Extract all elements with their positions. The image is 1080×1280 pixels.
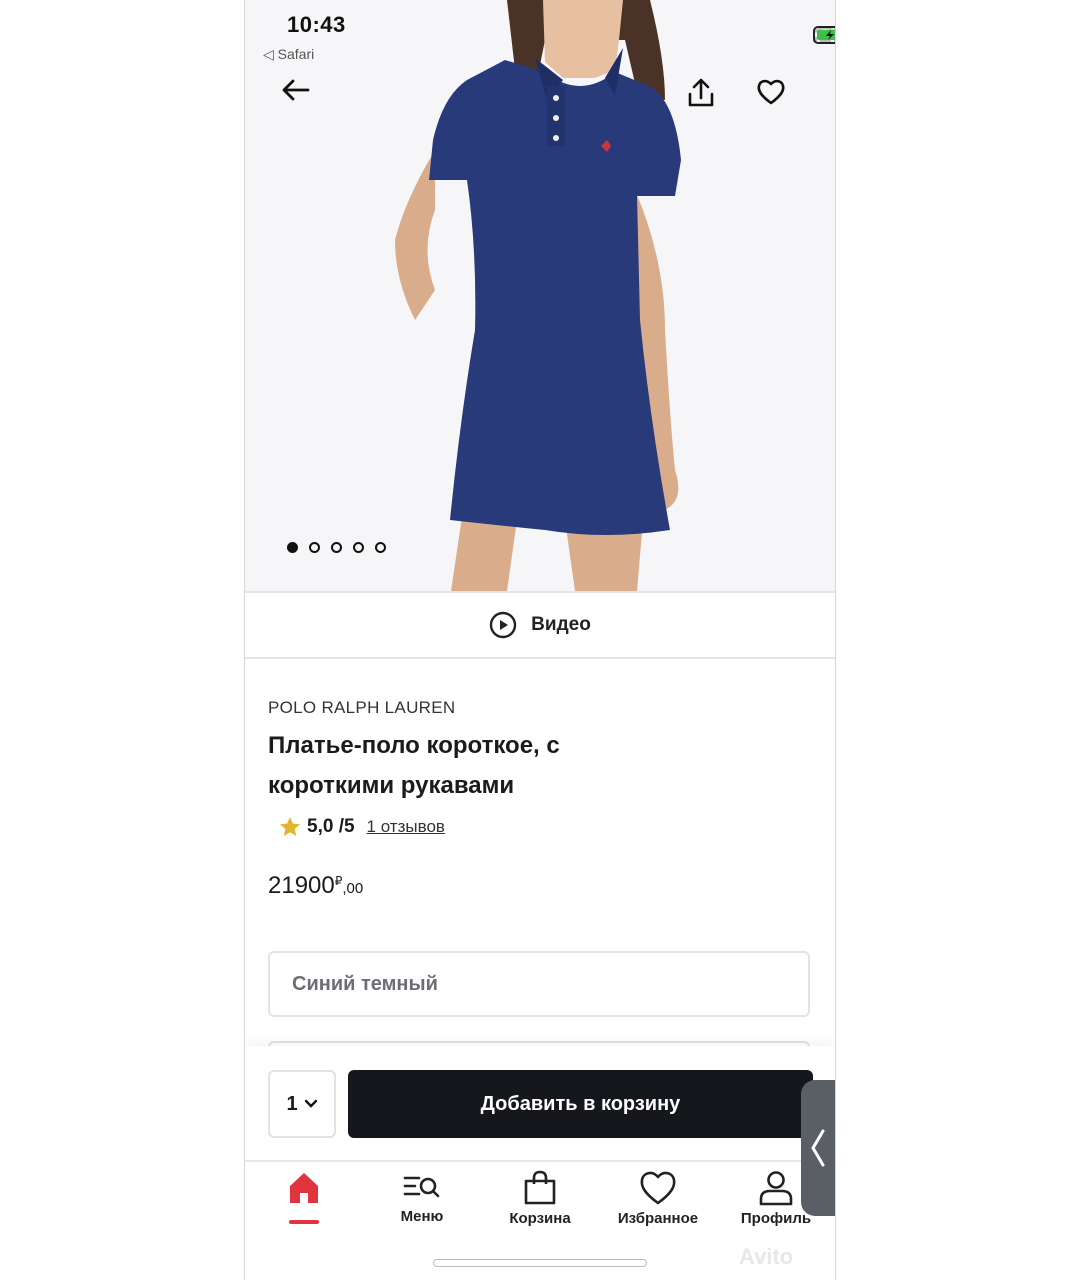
chevron-left-icon [811,1129,825,1167]
gallery-dot[interactable] [309,542,320,553]
active-tab-indicator [289,1220,319,1224]
heart-icon [640,1171,676,1205]
price-cents: ,00 [342,880,364,897]
product-photo [395,0,681,591]
battery-icon [813,26,835,44]
chevron-down-icon [304,1099,317,1108]
favorite-heart-icon[interactable] [756,78,800,122]
star-icon [280,817,300,836]
side-collapse-handle[interactable] [801,1080,835,1216]
rating-value: 5,0 /5 [307,816,355,837]
gallery-dot[interactable] [287,542,298,553]
tab-label: Меню [400,1208,444,1225]
watermark: Avito [739,1244,794,1269]
tab-label: Избранное [617,1210,699,1227]
play-circle-icon [489,611,517,639]
price-currency: ₽ [334,874,343,888]
purchase-bar: 1 Добавить в корзину [245,1046,835,1160]
reviews-link[interactable]: 1 отзывов [367,817,445,837]
back-arrow-icon[interactable] [280,78,324,122]
gallery-dot[interactable] [375,542,386,553]
product-price: 21900₽,00 [268,872,363,900]
product-brand[interactable]: POLO RALPH LAUREN [268,698,455,718]
video-button[interactable]: Видео [245,591,835,659]
video-label: Видео [531,614,591,635]
product-title: Платье-поло короткое, с короткими рукава… [268,732,560,799]
color-select-value: Синий темный [292,972,438,995]
product-rating: 5,0 /5 1 отзывов [279,816,445,838]
menu-search-icon [403,1176,440,1198]
gallery-pagination[interactable] [287,542,386,553]
bag-icon [524,1170,556,1205]
tab-label: Корзина [509,1210,571,1227]
status-time: 10:43 [287,12,346,37]
profile-icon [759,1171,793,1206]
quantity-select[interactable]: 1 [268,1070,336,1138]
tab-home[interactable] [245,1162,363,1242]
quantity-value: 1 [286,1092,298,1115]
bottom-tab-bar: Меню Корзина Избранное Профиль [245,1160,835,1242]
tab-label: Профиль [740,1210,812,1227]
price-main: 21900 [268,872,335,899]
product-gallery[interactable]: 10:43 ◁ Safari [245,0,835,591]
home-indicator [433,1259,647,1267]
tab-cart[interactable]: Корзина [481,1162,599,1242]
gallery-dot[interactable] [331,542,342,553]
back-to-safari[interactable]: ◁ Safari [263,46,314,63]
tab-menu[interactable]: Меню [363,1162,481,1242]
add-to-cart-button[interactable]: Добавить в корзину [348,1070,813,1138]
home-icon [290,1173,318,1203]
color-select[interactable]: Синий темный [268,951,810,1017]
share-icon[interactable] [687,78,731,122]
gallery-dot[interactable] [353,542,364,553]
phone-screen: 10:43 ◁ Safari Видео POLO RALPH LAUREN П… [244,0,836,1280]
tab-favorites[interactable]: Избранное [599,1162,717,1242]
